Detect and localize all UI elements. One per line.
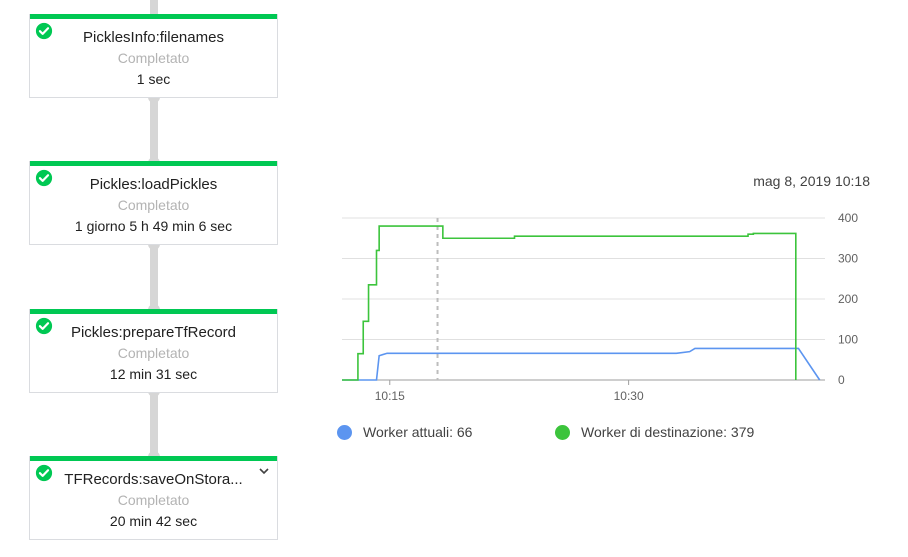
step-card[interactable]: Pickles:prepareTfRecord Completato 12 mi… <box>29 309 278 393</box>
step-duration: 20 min 42 sec <box>109 513 198 529</box>
step-status: Completato <box>117 492 190 508</box>
chevron-down-icon[interactable] <box>257 464 271 478</box>
flow-connector <box>148 385 160 463</box>
step-status-bar <box>30 14 277 19</box>
y-tick-label: 100 <box>838 333 858 347</box>
step-name: Pickles:prepareTfRecord <box>70 324 237 341</box>
step-name: PicklesInfo:filenames <box>83 29 224 46</box>
step-status: Completato <box>117 345 190 361</box>
x-tick-label: 10:15 <box>375 389 405 403</box>
chart-timestamp: mag 8, 2019 10:18 <box>753 173 870 189</box>
step-duration: 12 min 31 sec <box>109 366 198 382</box>
series-line-current-workers <box>342 347 821 381</box>
step-name: Pickles:loadPickles <box>89 176 218 193</box>
step-status-bar <box>30 161 277 166</box>
legend-dot <box>555 424 570 440</box>
legend-label: Worker attuali: 66 <box>363 424 473 440</box>
step-status-bar <box>30 309 277 314</box>
flow-connector <box>148 91 160 169</box>
step-status: Completato <box>117 197 190 213</box>
step-duration: 1 sec <box>136 71 171 87</box>
y-tick-label: 400 <box>838 211 858 225</box>
step-card[interactable]: PicklesInfo:filenames Completato 1 sec <box>29 14 278 98</box>
y-tick-label: 300 <box>838 252 858 266</box>
legend-item-current-workers[interactable]: Worker attuali: 66 <box>337 424 472 440</box>
series-line-target-workers <box>342 225 797 381</box>
worker-chart: 0 100 200 300 400 10:15 10:30 <box>342 211 858 403</box>
step-name: TFRecords:saveOnStora... <box>64 471 243 488</box>
legend-label: Worker di destinazione: 379 <box>581 424 755 440</box>
legend-dot <box>337 424 352 440</box>
y-tick-label: 200 <box>838 292 858 306</box>
step-duration: 1 giorno 5 h 49 min 6 sec <box>74 218 233 234</box>
step-status-bar <box>30 456 277 461</box>
legend-item-target-workers[interactable]: Worker di destinazione: 379 <box>555 424 754 440</box>
step-card[interactable]: TFRecords:saveOnStora... Completato 20 m… <box>29 456 278 540</box>
step-card[interactable]: Pickles:loadPickles Completato 1 giorno … <box>29 161 278 245</box>
flow-connector <box>148 238 160 316</box>
x-tick-label: 10:30 <box>614 389 644 403</box>
y-tick-label: 0 <box>838 373 845 387</box>
step-status: Completato <box>117 50 190 66</box>
